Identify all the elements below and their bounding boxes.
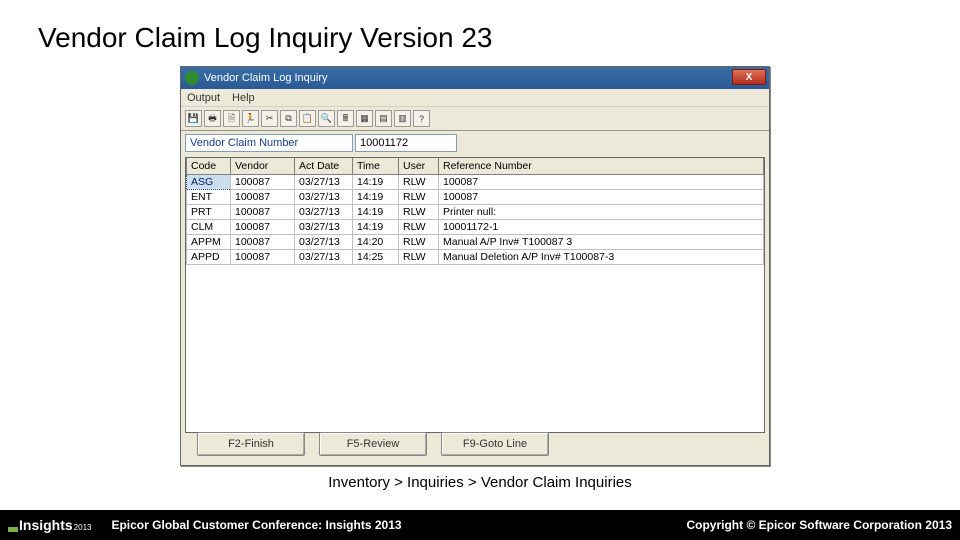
- app-icon: [185, 71, 199, 85]
- grid-header-row: Code Vendor Act Date Time User Reference…: [187, 158, 764, 174]
- cell-ref: Manual Deletion A/P Inv# T100087-3: [439, 249, 764, 264]
- cell-ref: 100087: [439, 189, 764, 204]
- cell-code: APPM: [187, 234, 231, 249]
- cell-code: ENT: [187, 189, 231, 204]
- cell-vendor: 100087: [231, 204, 295, 219]
- cell-vendor: 100087: [231, 174, 295, 189]
- cell-code: ASG: [187, 174, 231, 189]
- cell-code: APPD: [187, 249, 231, 264]
- cell-user: RLW: [399, 219, 439, 234]
- slide-title: Vendor Claim Log Inquiry Version 23: [0, 0, 960, 54]
- cell-ref: 10001172-1: [439, 219, 764, 234]
- finish-button[interactable]: F2-Finish: [197, 432, 305, 456]
- cell-time: 14:20: [353, 234, 399, 249]
- help-icon[interactable]: ?: [413, 110, 430, 127]
- cell-vendor: 100087: [231, 219, 295, 234]
- cut-icon[interactable]: ✂: [261, 110, 278, 127]
- window-title: Vendor Claim Log Inquiry: [204, 72, 328, 84]
- cell-date: 03/27/13: [295, 219, 353, 234]
- footer-conference: Epicor Global Customer Conference: Insig…: [111, 518, 401, 532]
- menu-output[interactable]: Output: [187, 92, 220, 104]
- cell-user: RLW: [399, 249, 439, 264]
- table-row[interactable]: APPD 100087 03/27/13 14:25 RLW Manual De…: [187, 249, 764, 264]
- col-ref[interactable]: Reference Number: [439, 158, 764, 174]
- app-window: Vendor Claim Log Inquiry X Output Help 💾…: [180, 66, 770, 466]
- cell-date: 03/27/13: [295, 204, 353, 219]
- grid3-icon[interactable]: ▥: [394, 110, 411, 127]
- paste-icon[interactable]: 📋: [299, 110, 316, 127]
- save-icon[interactable]: 💾: [185, 110, 202, 127]
- cell-user: RLW: [399, 234, 439, 249]
- table-row[interactable]: ASG 100087 03/27/13 14:19 RLW 100087: [187, 174, 764, 189]
- col-date[interactable]: Act Date: [295, 158, 353, 174]
- cell-code: CLM: [187, 219, 231, 234]
- calc-icon[interactable]: 🖩: [337, 110, 354, 127]
- cell-vendor: 100087: [231, 249, 295, 264]
- cell-time: 14:19: [353, 174, 399, 189]
- logo-square-icon: [8, 527, 18, 532]
- cell-user: RLW: [399, 204, 439, 219]
- cell-date: 03/27/13: [295, 189, 353, 204]
- cell-user: RLW: [399, 189, 439, 204]
- cell-ref: Printer null:: [439, 204, 764, 219]
- find-icon[interactable]: 🔍: [318, 110, 335, 127]
- footer-logo: Insights 2013: [8, 518, 91, 532]
- col-time[interactable]: Time: [353, 158, 399, 174]
- menubar: Output Help: [181, 89, 769, 107]
- cell-date: 03/27/13: [295, 234, 353, 249]
- review-button[interactable]: F5-Review: [319, 432, 427, 456]
- logo-text: Insights: [19, 518, 73, 532]
- logo-year: 2013: [74, 524, 92, 532]
- filter-label: Vendor Claim Number: [185, 134, 353, 152]
- titlebar: Vendor Claim Log Inquiry X: [181, 67, 769, 89]
- col-user[interactable]: User: [399, 158, 439, 174]
- grid-table: Code Vendor Act Date Time User Reference…: [186, 158, 764, 265]
- cell-time: 14:19: [353, 189, 399, 204]
- cell-date: 03/27/13: [295, 249, 353, 264]
- close-button[interactable]: X: [732, 69, 766, 85]
- grid2-icon[interactable]: ▤: [375, 110, 392, 127]
- filter-value-input[interactable]: 10001172: [355, 134, 457, 152]
- data-grid[interactable]: Code Vendor Act Date Time User Reference…: [185, 157, 765, 433]
- grid1-icon[interactable]: ▦: [356, 110, 373, 127]
- filter-row: Vendor Claim Number 10001172: [181, 131, 769, 155]
- cell-vendor: 100087: [231, 189, 295, 204]
- cell-date: 03/27/13: [295, 174, 353, 189]
- menu-help[interactable]: Help: [232, 92, 255, 104]
- cell-ref: Manual A/P Inv# T100087 3: [439, 234, 764, 249]
- button-bar: F2-Finish F5-Review F9-Goto Line: [181, 429, 769, 459]
- cell-code: PRT: [187, 204, 231, 219]
- footer-copyright: Copyright © Epicor Software Corporation …: [686, 518, 952, 532]
- preview-icon[interactable]: 🗎: [223, 110, 240, 127]
- cell-time: 14:19: [353, 219, 399, 234]
- col-code[interactable]: Code: [187, 158, 231, 174]
- cell-user: RLW: [399, 174, 439, 189]
- slide-footer: Insights 2013 Epicor Global Customer Con…: [0, 510, 960, 540]
- run-icon[interactable]: 🏃: [242, 110, 259, 127]
- table-row[interactable]: PRT 100087 03/27/13 14:19 RLW Printer nu…: [187, 204, 764, 219]
- table-row[interactable]: ENT 100087 03/27/13 14:19 RLW 100087: [187, 189, 764, 204]
- table-row[interactable]: CLM 100087 03/27/13 14:19 RLW 10001172-1: [187, 219, 764, 234]
- toolbar: 💾 🖶 🗎 🏃 ✂ ⧉ 📋 🔍 🖩 ▦ ▤ ▥ ?: [181, 107, 769, 131]
- goto-line-button[interactable]: F9-Goto Line: [441, 432, 549, 456]
- cell-time: 14:25: [353, 249, 399, 264]
- print-icon[interactable]: 🖶: [204, 110, 221, 127]
- col-vendor[interactable]: Vendor: [231, 158, 295, 174]
- cell-vendor: 100087: [231, 234, 295, 249]
- copy-icon[interactable]: ⧉: [280, 110, 297, 127]
- cell-ref: 100087: [439, 174, 764, 189]
- table-row[interactable]: APPM 100087 03/27/13 14:20 RLW Manual A/…: [187, 234, 764, 249]
- cell-time: 14:19: [353, 204, 399, 219]
- breadcrumb: Inventory > Inquiries > Vendor Claim Inq…: [0, 474, 960, 491]
